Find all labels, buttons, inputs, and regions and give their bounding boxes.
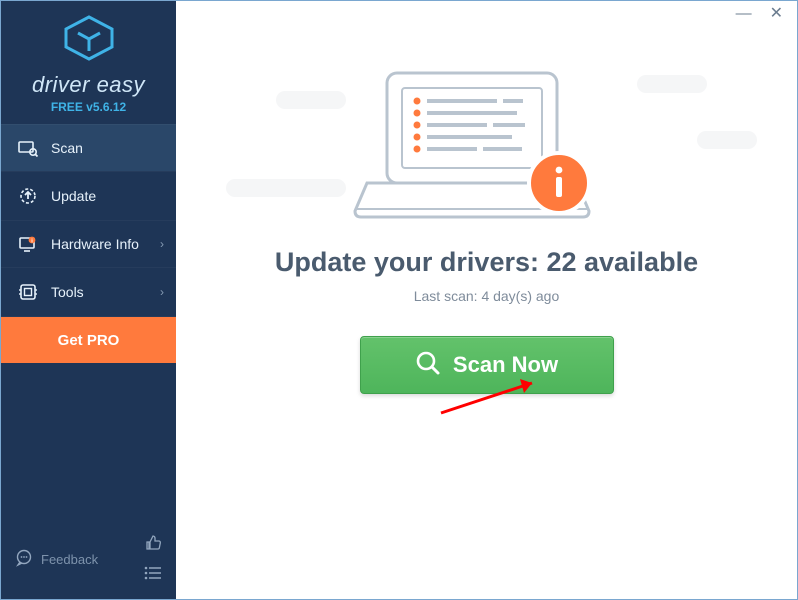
sidebar-item-scan[interactable]: Scan bbox=[1, 124, 176, 171]
scan-now-label: Scan Now bbox=[453, 352, 558, 378]
tools-icon bbox=[17, 282, 39, 302]
minimize-button[interactable]: — bbox=[736, 7, 752, 29]
sidebar: driver easy FREE v5.6.12 Scan Update i bbox=[1, 1, 176, 599]
sidebar-item-tools[interactable]: Tools › bbox=[1, 267, 176, 316]
feedback-label: Feedback bbox=[41, 552, 98, 567]
chevron-right-icon: › bbox=[160, 285, 164, 299]
sidebar-item-label: Hardware Info bbox=[51, 236, 139, 252]
sidebar-item-label: Scan bbox=[51, 140, 83, 156]
brand-block: driver easy FREE v5.6.12 bbox=[1, 1, 176, 124]
hardware-info-icon: i bbox=[17, 235, 39, 253]
window-controls: — ✕ bbox=[736, 1, 797, 29]
brand-subline: FREE v5.6.12 bbox=[51, 100, 126, 114]
brand-name: driver easy bbox=[32, 72, 145, 98]
thumbs-up-icon[interactable] bbox=[144, 533, 162, 556]
get-pro-label: Get PRO bbox=[58, 332, 120, 349]
app-window: — ✕ driver easy FREE v5.6.12 Scan bbox=[0, 0, 798, 600]
update-icon bbox=[17, 186, 39, 206]
close-button[interactable]: ✕ bbox=[770, 7, 783, 29]
get-pro-button[interactable]: Get PRO bbox=[1, 317, 176, 363]
magnifier-icon bbox=[415, 350, 441, 381]
sidebar-item-update[interactable]: Update bbox=[1, 171, 176, 220]
sidebar-item-hardware-info[interactable]: i Hardware Info › bbox=[1, 220, 176, 267]
scan-now-button[interactable]: Scan Now bbox=[360, 336, 614, 394]
brand-logo-icon bbox=[62, 15, 116, 66]
last-scan-text: Last scan: 4 day(s) ago bbox=[414, 288, 560, 304]
main-heading: Update your drivers: 22 available bbox=[275, 247, 698, 278]
sidebar-item-label: Tools bbox=[51, 284, 84, 300]
feedback-button[interactable]: Feedback bbox=[15, 549, 98, 570]
chevron-right-icon: › bbox=[160, 237, 164, 251]
chat-icon bbox=[15, 549, 33, 570]
sidebar-nav: Scan Update i Hardware Info › Tools bbox=[1, 124, 176, 316]
footer-icons bbox=[144, 533, 162, 585]
scan-icon bbox=[17, 139, 39, 157]
main-panel: Update your drivers: 22 available Last s… bbox=[176, 1, 797, 599]
sidebar-item-label: Update bbox=[51, 188, 96, 204]
list-icon[interactable] bbox=[144, 566, 162, 585]
illustration bbox=[327, 63, 647, 233]
sidebar-footer: Feedback bbox=[1, 523, 176, 599]
